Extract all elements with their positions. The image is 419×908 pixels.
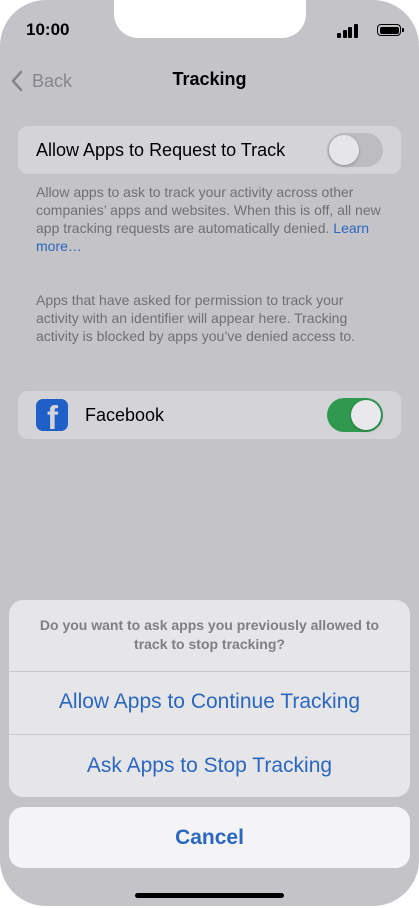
battery-icon	[377, 24, 404, 36]
allow-request-footnote: Allow apps to ask to track your activity…	[36, 183, 381, 255]
app-row-facebook: f Facebook	[18, 391, 401, 439]
toggle-knob	[351, 400, 381, 430]
app-name: Facebook	[85, 405, 165, 425]
facebook-icon: f	[36, 399, 68, 431]
screen: 10:00 Back Tracking Allow Apps to Reques…	[0, 0, 419, 906]
allow-request-description: Allow apps to ask to track your activity…	[36, 184, 381, 236]
phone-frame: 10:00 Back Tracking Allow Apps to Reques…	[0, 0, 419, 908]
apps-section-footnote: Apps that have asked for permission to t…	[36, 292, 356, 344]
ask-stop-tracking-button[interactable]: Ask Apps to Stop Tracking	[9, 735, 410, 797]
page-title: Tracking	[172, 69, 247, 89]
status-time: 10:00	[26, 20, 70, 39]
cancel-button[interactable]: Cancel	[9, 807, 410, 868]
toggle-knob	[329, 135, 359, 165]
allow-request-toggle[interactable]	[327, 133, 383, 167]
allow-request-label: Allow Apps to Request to Track	[36, 140, 286, 160]
home-indicator[interactable]	[135, 893, 284, 898]
facebook-tracking-toggle[interactable]	[327, 398, 383, 432]
notch	[114, 0, 306, 38]
allow-request-row: Allow Apps to Request to Track	[18, 126, 401, 174]
allow-continue-tracking-button[interactable]: Allow Apps to Continue Tracking	[9, 671, 410, 733]
action-sheet-message: Do you want to ask apps you previously a…	[39, 617, 380, 652]
cellular-signal-icon	[337, 24, 358, 38]
action-sheet: Do you want to ask apps you previously a…	[9, 600, 410, 797]
